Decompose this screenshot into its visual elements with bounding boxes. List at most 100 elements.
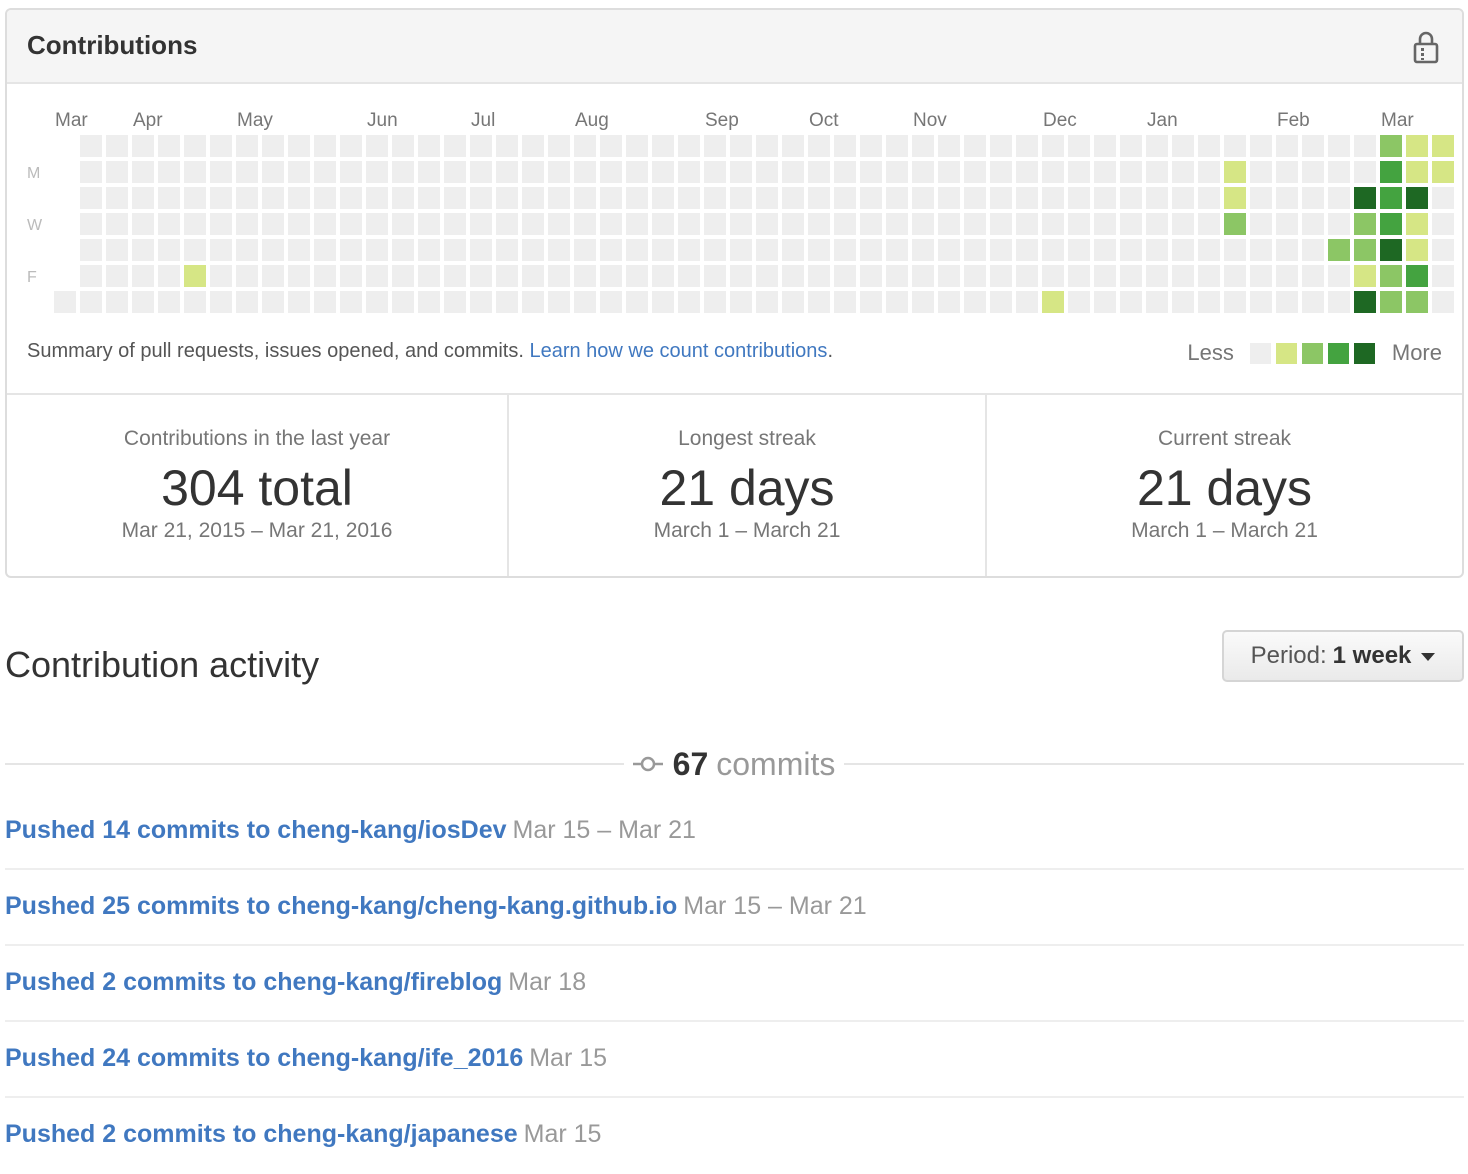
calendar-day[interactable] [314, 239, 336, 261]
calendar-day[interactable] [1302, 239, 1324, 261]
calendar-day[interactable] [236, 291, 258, 313]
calendar-day[interactable] [964, 135, 986, 157]
calendar-day[interactable] [938, 265, 960, 287]
calendar-day[interactable] [1302, 187, 1324, 209]
calendar-day[interactable] [548, 187, 570, 209]
calendar-day[interactable] [626, 239, 648, 261]
calendar-day[interactable] [1276, 239, 1298, 261]
calendar-day[interactable] [184, 187, 206, 209]
calendar-day[interactable] [1354, 187, 1376, 209]
calendar-day[interactable] [1224, 291, 1246, 313]
calendar-day[interactable] [1354, 265, 1376, 287]
calendar-day[interactable] [1042, 213, 1064, 235]
calendar-day[interactable] [548, 239, 570, 261]
calendar-day[interactable] [652, 161, 674, 183]
calendar-day[interactable] [1354, 239, 1376, 261]
calendar-day[interactable] [600, 135, 622, 157]
calendar-day[interactable] [392, 213, 414, 235]
calendar-day[interactable] [184, 161, 206, 183]
calendar-day[interactable] [756, 135, 778, 157]
calendar-day[interactable] [470, 291, 492, 313]
calendar-day[interactable] [236, 135, 258, 157]
calendar-day[interactable] [314, 161, 336, 183]
calendar-day[interactable] [1380, 265, 1402, 287]
calendar-day[interactable] [418, 135, 440, 157]
calendar-day[interactable] [1224, 135, 1246, 157]
calendar-day[interactable] [392, 239, 414, 261]
calendar-day[interactable] [1172, 291, 1194, 313]
calendar-day[interactable] [834, 291, 856, 313]
calendar-day[interactable] [470, 187, 492, 209]
calendar-day[interactable] [574, 265, 596, 287]
calendar-day[interactable] [626, 291, 648, 313]
calendar-day[interactable] [444, 213, 466, 235]
calendar-day[interactable] [1250, 291, 1272, 313]
calendar-day[interactable] [54, 291, 76, 313]
calendar-day[interactable] [652, 239, 674, 261]
calendar-day[interactable] [990, 135, 1012, 157]
calendar-day[interactable] [756, 239, 778, 261]
calendar-day[interactable] [210, 291, 232, 313]
calendar-day[interactable] [444, 239, 466, 261]
calendar-day[interactable] [860, 161, 882, 183]
calendar-day[interactable] [184, 135, 206, 157]
calendar-day[interactable] [1354, 291, 1376, 313]
calendar-day[interactable] [522, 213, 544, 235]
calendar-day[interactable] [340, 291, 362, 313]
calendar-day[interactable] [704, 239, 726, 261]
calendar-day[interactable] [808, 291, 830, 313]
calendar-day[interactable] [522, 187, 544, 209]
calendar-day[interactable] [834, 161, 856, 183]
activity-link[interactable]: Pushed 14 commits to cheng-kang/iosDev [5, 816, 507, 844]
calendar-day[interactable] [366, 187, 388, 209]
calendar-day[interactable] [626, 213, 648, 235]
calendar-day[interactable] [444, 291, 466, 313]
calendar-day[interactable] [990, 187, 1012, 209]
calendar-day[interactable] [1380, 135, 1402, 157]
calendar-day[interactable] [444, 187, 466, 209]
calendar-day[interactable] [470, 161, 492, 183]
calendar-day[interactable] [236, 161, 258, 183]
calendar-day[interactable] [678, 161, 700, 183]
calendar-day[interactable] [470, 265, 492, 287]
calendar-day[interactable] [80, 213, 102, 235]
calendar-day[interactable] [808, 265, 830, 287]
calendar-day[interactable] [106, 265, 128, 287]
calendar-day[interactable] [418, 265, 440, 287]
calendar-day[interactable] [574, 213, 596, 235]
calendar-day[interactable] [938, 213, 960, 235]
calendar-day[interactable] [834, 213, 856, 235]
calendar-day[interactable] [1042, 291, 1064, 313]
calendar-day[interactable] [938, 161, 960, 183]
calendar-day[interactable] [158, 135, 180, 157]
calendar-day[interactable] [1120, 265, 1142, 287]
calendar-day[interactable] [756, 161, 778, 183]
calendar-day[interactable] [184, 291, 206, 313]
calendar-day[interactable] [990, 291, 1012, 313]
calendar-day[interactable] [860, 265, 882, 287]
calendar-day[interactable] [704, 187, 726, 209]
calendar-day[interactable] [366, 213, 388, 235]
calendar-day[interactable] [1198, 213, 1220, 235]
calendar-day[interactable] [964, 187, 986, 209]
calendar-day[interactable] [80, 291, 102, 313]
calendar-day[interactable] [678, 135, 700, 157]
calendar-day[interactable] [366, 135, 388, 157]
calendar-day[interactable] [1224, 213, 1246, 235]
calendar-day[interactable] [886, 265, 908, 287]
calendar-day[interactable] [1198, 135, 1220, 157]
calendar-day[interactable] [1406, 239, 1428, 261]
calendar-day[interactable] [1042, 161, 1064, 183]
calendar-day[interactable] [210, 135, 232, 157]
calendar-day[interactable] [782, 187, 804, 209]
calendar-day[interactable] [652, 187, 674, 209]
calendar-day[interactable] [1224, 161, 1246, 183]
calendar-day[interactable] [288, 135, 310, 157]
calendar-day[interactable] [392, 291, 414, 313]
calendar-day[interactable] [782, 161, 804, 183]
calendar-day[interactable] [288, 213, 310, 235]
calendar-day[interactable] [730, 265, 752, 287]
calendar-day[interactable] [1328, 239, 1350, 261]
calendar-day[interactable] [106, 135, 128, 157]
calendar-day[interactable] [938, 187, 960, 209]
